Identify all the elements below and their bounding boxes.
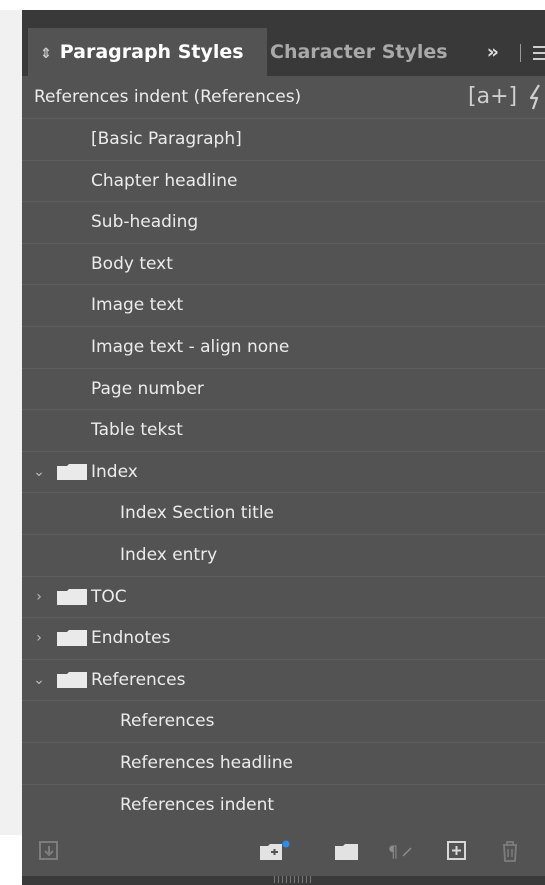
style-row-index-section-title[interactable]: Index Section title bbox=[22, 492, 545, 534]
style-label: Body text bbox=[91, 253, 173, 274]
style-label: Sub-heading bbox=[91, 212, 199, 233]
tab-overflow-button[interactable]: » bbox=[487, 28, 499, 76]
style-row-references-headline[interactable]: References headline bbox=[22, 741, 545, 784]
paragraph-styles-panel: ⇕ Paragraph Styles Character Styles » Ref… bbox=[22, 10, 545, 885]
style-row-chapter-headline[interactable]: Chapter headline bbox=[22, 159, 545, 202]
style-row-sub-heading[interactable]: Sub-heading bbox=[22, 201, 545, 243]
folder-icon bbox=[57, 588, 87, 605]
trash-icon[interactable] bbox=[500, 840, 520, 862]
styles-list: [Basic Paragraph] Chapter headline Sub-h… bbox=[22, 118, 545, 825]
style-label: Image text - align none bbox=[91, 336, 290, 357]
group-label: TOC bbox=[91, 586, 127, 607]
style-row-image-text[interactable]: Image text bbox=[22, 284, 545, 326]
folder-icon bbox=[57, 630, 87, 647]
folder-icon bbox=[57, 463, 87, 480]
clear-overrides-icon[interactable]: ¶ bbox=[386, 840, 414, 862]
chevron-right-icon[interactable]: › bbox=[32, 577, 46, 617]
style-label: References headline bbox=[120, 752, 293, 773]
load-styles-icon[interactable] bbox=[38, 840, 60, 862]
style-label: Image text bbox=[91, 295, 184, 316]
group-row-toc[interactable]: › TOC bbox=[22, 575, 545, 618]
tab-paragraph-styles[interactable]: ⇕ Paragraph Styles bbox=[28, 28, 267, 76]
panel-footer-toolbar: ¶ bbox=[22, 826, 545, 876]
svg-text:¶: ¶ bbox=[388, 842, 398, 861]
style-label: Chapter headline bbox=[91, 170, 238, 191]
style-row-page-number[interactable]: Page number bbox=[22, 367, 545, 410]
style-row-references-indent[interactable]: References indent bbox=[22, 783, 545, 826]
style-row-index-entry[interactable]: Index entry bbox=[22, 533, 545, 576]
style-label: [Basic Paragraph] bbox=[91, 129, 242, 149]
style-row-image-text-align-none[interactable]: Image text - align none bbox=[22, 325, 545, 368]
style-label: Index entry bbox=[120, 544, 218, 565]
chevron-right-icon[interactable]: › bbox=[32, 618, 46, 658]
current-style-header: References indent (References) [a+] bbox=[22, 76, 545, 118]
style-label: References indent bbox=[120, 794, 275, 815]
current-style-title: References indent (References) bbox=[34, 87, 302, 107]
tab-character-styles-label: Character Styles bbox=[270, 41, 448, 63]
lightning-icon[interactable] bbox=[527, 84, 545, 110]
tab-separator bbox=[520, 44, 521, 62]
folder-icon[interactable] bbox=[334, 840, 360, 862]
style-label: References bbox=[120, 711, 215, 732]
style-label: Index Section title bbox=[120, 503, 275, 524]
tab-character-styles[interactable]: Character Styles bbox=[270, 28, 448, 76]
panel-menu-icon[interactable] bbox=[533, 44, 545, 62]
style-row-table-tekst[interactable]: Table tekst bbox=[22, 409, 545, 451]
style-row-references[interactable]: References bbox=[22, 700, 545, 742]
group-row-index[interactable]: ⌄ Index bbox=[22, 450, 545, 493]
badge-dot bbox=[282, 840, 290, 848]
page-top-margin bbox=[0, 0, 545, 10]
panel-tab-bar: ⇕ Paragraph Styles Character Styles » bbox=[22, 10, 545, 76]
style-label: Page number bbox=[91, 378, 204, 399]
style-row-basic-paragraph[interactable]: [Basic Paragraph] bbox=[22, 118, 545, 160]
resize-grip[interactable] bbox=[274, 876, 314, 883]
outer-shadow bbox=[0, 10, 22, 835]
updown-arrows-icon: ⇕ bbox=[40, 46, 52, 62]
new-style-icon[interactable] bbox=[446, 840, 468, 862]
new-group-with-badge-icon[interactable] bbox=[258, 840, 290, 862]
group-row-references[interactable]: ⌄ References bbox=[22, 658, 545, 701]
group-label: References bbox=[91, 669, 186, 690]
group-row-endnotes[interactable]: › Endnotes bbox=[22, 617, 545, 659]
create-style-shortcut-icon[interactable]: [a+] bbox=[468, 82, 517, 112]
chevron-down-icon[interactable]: ⌄ bbox=[32, 452, 46, 492]
double-chevron-icon: » bbox=[486, 41, 499, 63]
style-row-body-text[interactable]: Body text bbox=[22, 242, 545, 285]
folder-icon bbox=[57, 671, 87, 688]
group-label: Index bbox=[91, 461, 138, 482]
panel-resize-strip bbox=[22, 876, 545, 885]
style-label: Table tekst bbox=[91, 420, 183, 441]
chevron-down-icon[interactable]: ⌄ bbox=[32, 660, 46, 700]
tab-paragraph-styles-label: Paragraph Styles bbox=[59, 41, 244, 63]
group-label: Endnotes bbox=[91, 628, 171, 649]
